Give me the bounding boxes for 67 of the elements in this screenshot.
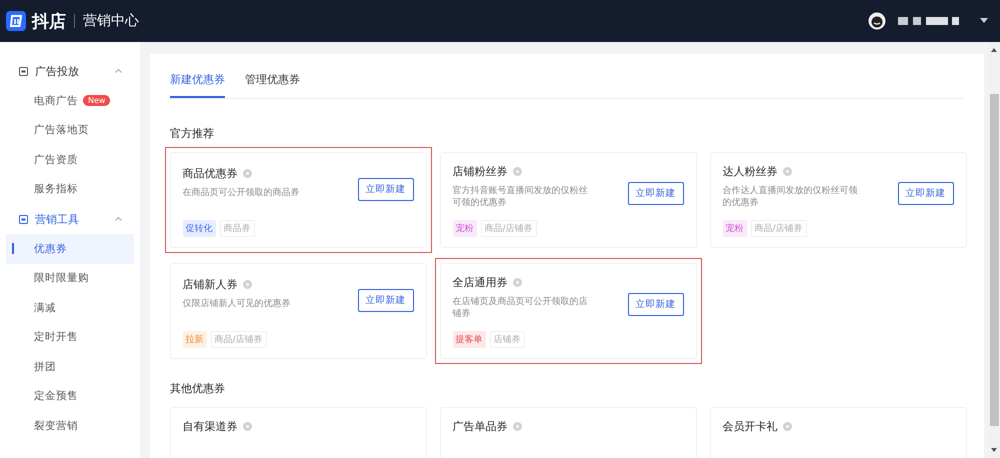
scope-tag: 商品券	[220, 220, 254, 237]
section-title: 官方推荐	[170, 126, 215, 141]
sidebar-group[interactable]: 广告投放	[6, 56, 134, 86]
sidebar-item[interactable]: 广告落地页	[6, 116, 134, 145]
coupon-description: 官方抖音账号直播间发放的仅粉丝可领的优惠券	[452, 185, 588, 210]
logo-icon	[6, 11, 26, 31]
sidebar-item[interactable]: 满减	[6, 293, 134, 322]
chevron-icon[interactable]	[115, 217, 122, 221]
sidebar-item[interactable]: 拼团	[6, 352, 134, 382]
sidebar-item[interactable]: 定时开售	[6, 322, 134, 352]
sidebar-item[interactable]: 限时限量购	[6, 264, 134, 293]
scope-tag: 商品/店铺券	[480, 220, 537, 237]
help-icon[interactable]	[782, 167, 792, 176]
tag: 宠粉	[452, 220, 476, 237]
coupon-description: 在商品页可公开领取的商品券	[182, 186, 300, 200]
coupon-description: 仅限店铺新人可见的优惠券	[182, 298, 292, 310]
coupon-description: 在店铺页及商品页可公开领取的店铺券	[452, 296, 588, 320]
help-icon[interactable]	[512, 167, 522, 176]
coupon-title: 广告单品券	[452, 419, 508, 434]
coupon-title: 会员开卡礼	[722, 419, 778, 434]
tag: 提客单	[452, 331, 486, 348]
tag: 拉新	[182, 331, 206, 348]
scrollbar[interactable]	[988, 42, 1000, 458]
sidebar-item[interactable]: 裂变营销	[6, 411, 134, 440]
scroll-up-icon[interactable]	[988, 46, 1000, 54]
coupon-title: 商品优惠券	[182, 166, 238, 181]
sidebar-item[interactable]: 优惠券	[6, 234, 134, 264]
help-icon[interactable]	[512, 422, 522, 431]
sidebar-item[interactable]: 广告资质	[6, 145, 134, 174]
create-button[interactable]: 立即新建	[898, 182, 954, 206]
scope-tag: 商品/店铺券	[750, 220, 807, 237]
sidebar-item[interactable]: 服务指标	[6, 174, 134, 204]
coupon-title: 达人粉丝券	[722, 164, 778, 179]
coupon-title: 全店通用券	[452, 275, 508, 290]
logo-text: 抖店	[32, 10, 66, 32]
caret-icon[interactable]	[980, 18, 988, 24]
create-button[interactable]: 立即新建	[628, 182, 684, 206]
coupon-description: 合作达人直播间发放的仅粉丝可领的优惠券	[722, 185, 858, 210]
help-icon[interactable]	[512, 278, 522, 287]
coupon-title: 店铺新人券	[182, 276, 238, 292]
help-icon[interactable]	[782, 422, 792, 431]
avatar-icon[interactable]	[868, 12, 886, 30]
help-icon[interactable]	[242, 168, 252, 178]
sidebar-item[interactable]: 电商广告 New	[6, 86, 134, 116]
create-button[interactable]: 立即新建	[358, 178, 414, 201]
panel-icon	[19, 214, 28, 224]
app-title: 营销中心	[83, 12, 139, 30]
tag: 促转化	[182, 220, 216, 237]
section-title: 其他优惠券	[170, 381, 226, 396]
coupon-title: 店铺粉丝券	[452, 164, 508, 179]
tab[interactable]: 新建优惠券	[170, 68, 225, 98]
scroll-down-icon[interactable]	[988, 446, 1000, 454]
coupon-title: 自有渠道券	[182, 419, 238, 434]
panel-icon	[19, 66, 28, 76]
scope-tag: 商品/店铺券	[210, 331, 267, 348]
scroll-thumb[interactable]	[990, 94, 998, 426]
chevron-icon[interactable]	[115, 69, 122, 73]
new-badge: New	[83, 95, 110, 106]
help-icon[interactable]	[242, 280, 252, 289]
sidebar-item[interactable]: 定金预售	[6, 382, 134, 411]
help-icon[interactable]	[242, 422, 252, 431]
create-button[interactable]: 立即新建	[358, 289, 414, 312]
sidebar-group[interactable]: 营销工具	[6, 204, 134, 234]
create-button[interactable]: 立即新建	[628, 293, 684, 316]
tag: 宠粉	[722, 220, 746, 237]
tab[interactable]: 管理优惠券	[245, 68, 300, 98]
scope-tag: 店铺券	[490, 331, 524, 348]
